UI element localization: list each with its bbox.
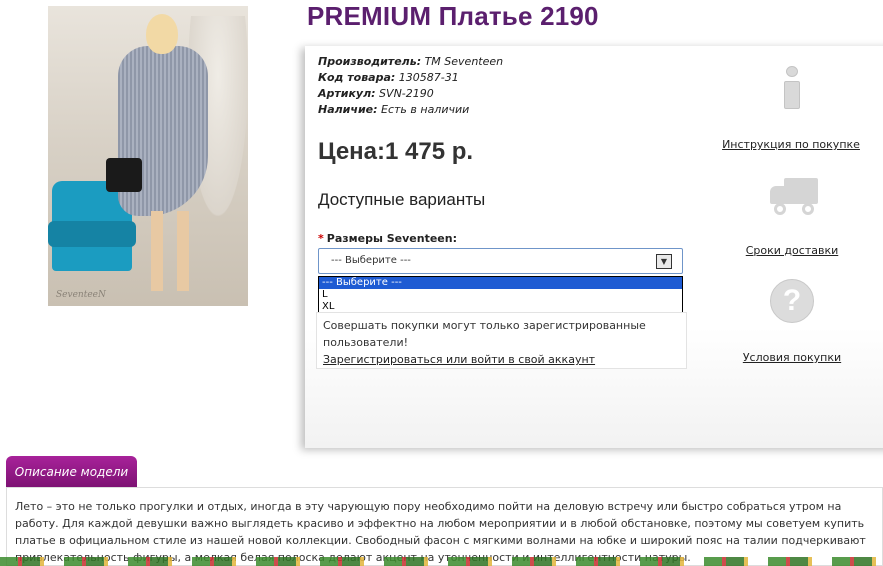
delivery-link[interactable]: Сроки доставки <box>746 244 839 257</box>
availability-label: Наличие: <box>318 103 378 116</box>
login-message: Совершать покупки могут только зарегистр… <box>323 319 646 349</box>
tab-description[interactable]: Описание модели <box>6 456 137 488</box>
size-label-text: Размеры Seventeen: <box>326 232 457 245</box>
manufacturer-row: Производитель: TM Seventeen <box>318 54 503 70</box>
photo-model-legs <box>143 211 203 291</box>
register-login-link[interactable]: Зарегистрироваться или войти в свой акка… <box>323 353 595 366</box>
product-title: PREMIUM Платье 2190 <box>307 1 599 31</box>
size-select[interactable]: --- Выберите --- ▼ <box>318 248 683 274</box>
required-mark: * <box>318 232 324 245</box>
article-label: Артикул: <box>318 87 376 100</box>
size-label: * Размеры Seventeen: <box>318 232 457 245</box>
variants-heading: Доступные варианты <box>318 190 486 209</box>
conditions-link[interactable]: Условия покупки <box>743 351 841 364</box>
instruction-item: Инструкция по покупке <box>721 138 861 151</box>
size-option[interactable]: --- Выберите --- <box>319 277 682 289</box>
product-photo[interactable]: SeventeeN <box>48 6 248 306</box>
size-option[interactable]: L <box>319 289 682 301</box>
photo-handbag <box>106 158 142 192</box>
code-value: 130587-31 <box>395 71 459 84</box>
article-value: SVN-2190 <box>375 87 434 100</box>
product-meta: Производитель: TM Seventeen Код товара: … <box>318 54 503 118</box>
truck-icon <box>768 178 820 216</box>
size-select-value: --- Выберите --- <box>331 255 411 266</box>
info-icon <box>782 66 802 110</box>
manufacturer-label: Производитель: <box>318 55 422 68</box>
code-label: Код товара: <box>318 71 396 84</box>
article-row: Артикул: SVN-2190 <box>318 86 503 102</box>
code-row: Код товара: 130587-31 <box>318 70 503 86</box>
description-text: Лето – это не только прогулки и отдых, и… <box>6 487 883 566</box>
instruction-link[interactable]: Инструкция по покупке <box>722 138 860 151</box>
size-dropdown-list: --- Выберите --- L XL <box>318 276 683 314</box>
manufacturer-value: TM Seventeen <box>421 55 504 68</box>
availability-value: Есть в наличии <box>377 103 470 116</box>
login-notice: Совершать покупки могут только зарегистр… <box>316 312 687 369</box>
delivery-item: Сроки доставки <box>722 244 862 257</box>
price: Цена:1 475 р. <box>318 138 474 165</box>
decorative-garland <box>0 557 883 566</box>
availability-row: Наличие: Есть в наличии <box>318 102 503 118</box>
chevron-down-icon[interactable]: ▼ <box>656 254 672 269</box>
conditions-item: Условия покупки <box>722 351 862 364</box>
question-icon: ? <box>770 279 814 323</box>
photo-model-head <box>146 14 178 54</box>
photo-watermark: SeventeeN <box>56 290 106 300</box>
